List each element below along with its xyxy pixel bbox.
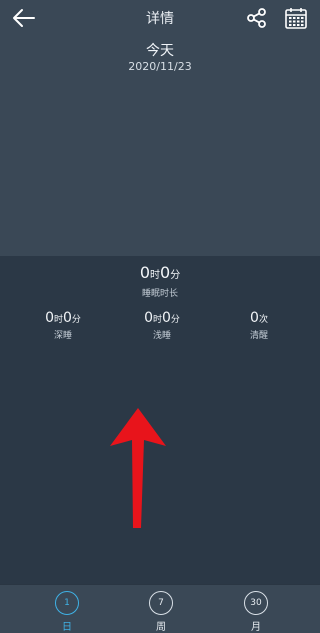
- light-hours: 0: [144, 310, 153, 326]
- deep-sleep-stat: 0时0分 深睡: [18, 311, 108, 341]
- light-minutes: 0: [162, 310, 171, 326]
- period-tab-bar: 1 日 7 周 30 月: [0, 584, 320, 633]
- awake-count: 0: [250, 310, 259, 326]
- deep-hours: 0: [45, 310, 54, 326]
- hour-unit: 时: [53, 315, 63, 325]
- tab-month[interactable]: 30 月: [236, 591, 276, 633]
- awake-caption: 清醒: [249, 331, 268, 341]
- summary-panel: [0, 0, 320, 256]
- minute-unit: 分: [170, 270, 181, 281]
- tab-day[interactable]: 1 日: [47, 591, 87, 633]
- share-icon: [247, 8, 266, 28]
- red-up-arrow-icon: [110, 408, 166, 528]
- share-button[interactable]: [244, 6, 270, 30]
- hour-unit: 时: [150, 270, 160, 281]
- calendar-icon: [285, 8, 307, 29]
- hour-unit: 时: [152, 315, 162, 325]
- count-unit: 次: [258, 315, 268, 325]
- sleep-stats: 0时0分 深睡 0时0分 浅睡 0次 清醒: [0, 311, 320, 351]
- tab-week[interactable]: 7 周: [141, 591, 181, 633]
- sleep-hours: 0: [139, 263, 150, 282]
- day-label: 今天: [146, 43, 174, 59]
- tab-day-label: 日: [62, 622, 72, 633]
- sleep-duration-caption: 睡眠时长: [141, 289, 178, 299]
- deep-sleep-caption: 深睡: [53, 331, 72, 341]
- minute-unit: 分: [170, 315, 180, 325]
- tab-month-label: 月: [251, 622, 261, 633]
- sleep-minutes: 0: [160, 263, 171, 282]
- minute-unit: 分: [71, 315, 81, 325]
- awake-stat: 0次 清醒: [214, 311, 304, 341]
- sleep-duration-value: 0时0分: [0, 265, 320, 281]
- page-title: 详情: [146, 11, 174, 27]
- header-bar: 详情: [0, 0, 320, 36]
- calendar-button[interactable]: [282, 4, 310, 32]
- day-circle-icon: 1: [55, 591, 79, 615]
- month-circle-icon: 30: [244, 591, 268, 615]
- week-circle-icon: 7: [149, 591, 173, 615]
- tab-week-label: 周: [156, 622, 166, 633]
- deep-minutes: 0: [63, 310, 72, 326]
- swipe-up-arrow: [108, 406, 168, 530]
- date-label: 2020/11/23: [128, 60, 192, 73]
- light-sleep-stat: 0时0分 浅睡: [117, 311, 207, 341]
- light-sleep-caption: 浅睡: [152, 331, 171, 341]
